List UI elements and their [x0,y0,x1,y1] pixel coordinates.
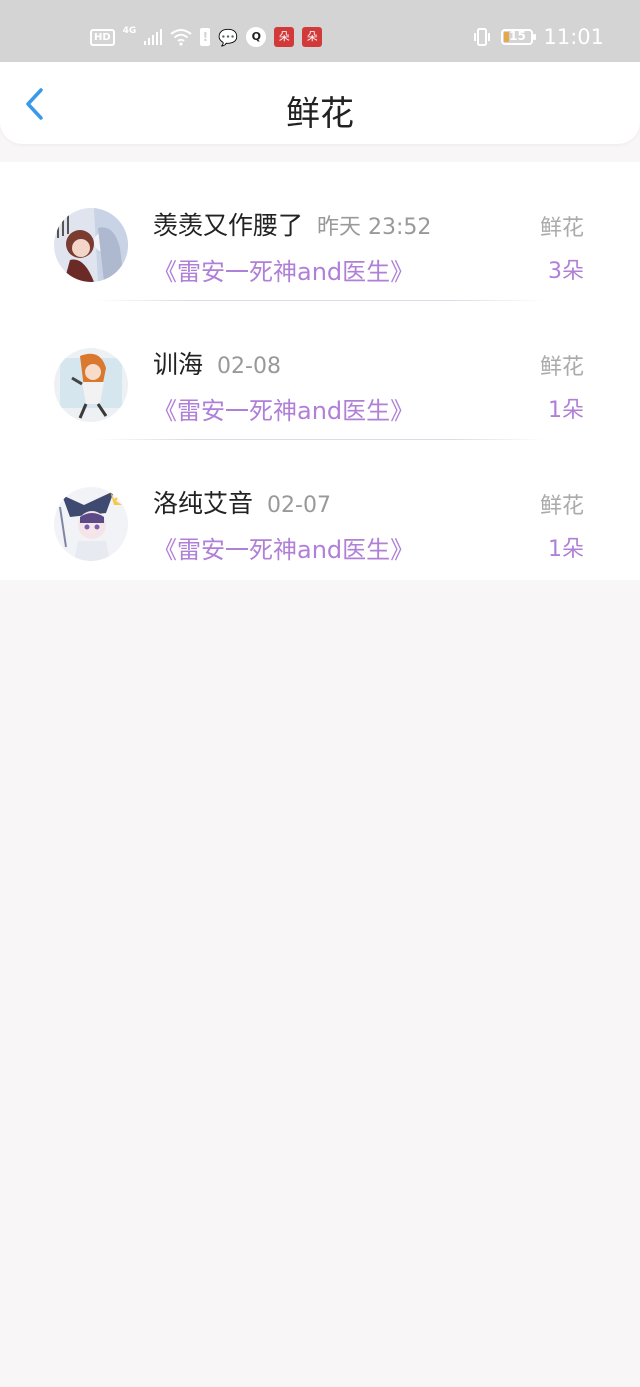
book-title[interactable]: 《雷安一死神and医生》 [153,391,414,426]
avatar[interactable] [54,348,128,422]
book-title[interactable]: 《雷安一死神and医生》 [153,530,414,565]
app-icon: 朵 [274,27,295,47]
signal-icon [144,29,163,45]
gift-type: 鲜花 [539,216,584,241]
list-item[interactable]: 羡羡又作腰了 昨天 23:52 《雷安一死神and医生》 鲜花 3朵 [0,162,640,301]
flower-list: 羡羡又作腰了 昨天 23:52 《雷安一死神and医生》 鲜花 3朵 训海 02-0… [0,162,640,580]
list-item[interactable]: 洛纯艾音 02-07 《雷安一死神and医生》 鲜花 1朵 [0,440,640,579]
sender-name[interactable]: 洛纯艾音 [153,489,253,518]
gift-count: 1朵 [548,398,584,423]
status-bar-left: HD 4G ! 💬 Q 朵 朵 [90,24,323,50]
nav-header: 鲜花 [0,62,640,144]
network-type: 4G [122,26,137,36]
list-item[interactable]: 训海 02-08 《雷安一死神and医生》 鲜花 1朵 [0,301,640,440]
wifi-icon [170,29,192,46]
clock: 11:01 [543,25,604,49]
status-bar: HD 4G ! 💬 Q 朵 朵 15 11:01 [0,0,640,62]
gift-count: 3朵 [548,259,584,284]
send-time: 02-08 [217,354,281,379]
sender-line: 洛纯艾音 02-07 [153,484,331,520]
sender-line: 训海 02-08 [153,345,281,381]
status-bar-right: 15 11:01 [473,24,604,50]
sender-line: 羡羡又作腰了 昨天 23:52 [153,206,431,242]
page-title: 鲜花 [286,94,354,134]
vibrate-icon [474,28,491,46]
send-time: 02-07 [267,493,331,518]
gift-count: 1朵 [548,537,584,562]
book-title[interactable]: 《雷安一死神and医生》 [153,252,414,287]
sender-name[interactable]: 羡羡又作腰了 [153,211,303,240]
battery-level: 15 [509,29,526,43]
gift-type: 鲜花 [539,494,584,519]
qq-icon: Q [246,27,267,47]
sender-name[interactable]: 训海 [153,350,203,379]
app-icon: 朵 [302,27,323,47]
hd-icon: HD [90,28,115,46]
wechat-icon: 💬 [218,27,239,47]
alert-icon: ! [200,28,211,46]
avatar[interactable] [54,487,128,561]
gift-type: 鲜花 [539,355,584,380]
send-time: 昨天 23:52 [317,215,432,240]
avatar[interactable] [54,208,128,282]
battery-icon: 15 [501,29,537,45]
